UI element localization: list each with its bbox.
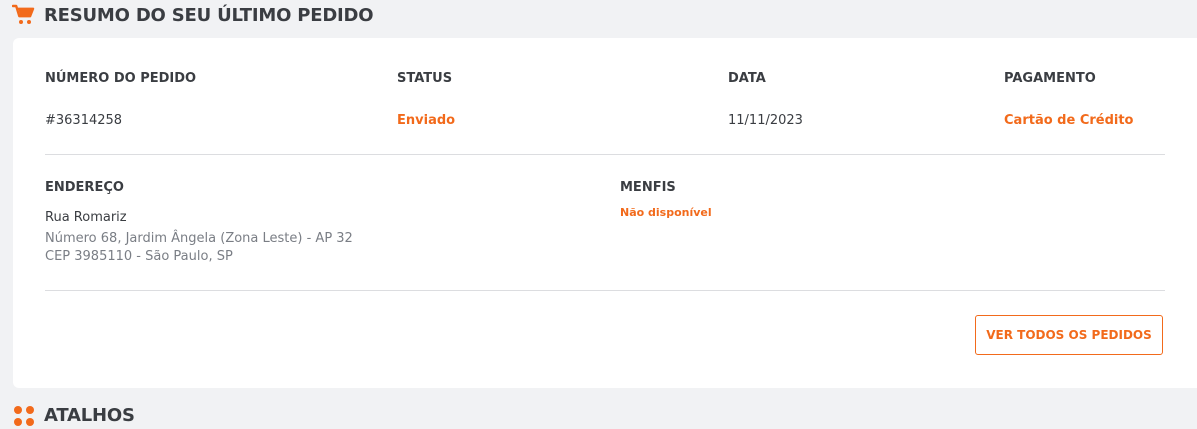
menfis-value: Não disponível xyxy=(620,206,712,219)
order-summary-card: NÚMERO DO PEDIDO STATUS DATA PAGAMENTO #… xyxy=(13,38,1197,388)
order-status-label: STATUS xyxy=(397,71,453,86)
address-label: ENDEREÇO xyxy=(45,180,124,195)
shortcuts-header: ATALHOS xyxy=(12,401,135,429)
order-payment-label: PAGAMENTO xyxy=(1004,71,1096,86)
address-line2: Número 68, Jardim Ângela (Zona Leste) - … xyxy=(45,231,353,246)
shortcuts-title: ATALHOS xyxy=(44,404,135,426)
view-all-orders-button[interactable]: VER TODOS OS PEDIDOS xyxy=(975,315,1163,355)
order-date-value: 11/11/2023 xyxy=(728,113,803,128)
grid-dots-icon xyxy=(12,403,36,427)
divider xyxy=(45,154,1165,155)
divider xyxy=(45,290,1165,291)
order-number-label: NÚMERO DO PEDIDO xyxy=(45,71,197,86)
address-street: Rua Romariz xyxy=(45,210,127,225)
menfis-label: MENFIS xyxy=(620,180,676,195)
summary-header: RESUMO DO SEU ÚLTIMO PEDIDO xyxy=(12,1,374,29)
order-payment-value: Cartão de Crédito xyxy=(1004,113,1134,128)
summary-title: RESUMO DO SEU ÚLTIMO PEDIDO xyxy=(44,4,374,26)
address-line3: CEP 3985110 - São Paulo, SP xyxy=(45,249,233,264)
order-number-value: #36314258 xyxy=(45,113,123,128)
shopping-cart-icon xyxy=(12,3,36,27)
order-date-label: DATA xyxy=(728,71,766,86)
order-status-value: Enviado xyxy=(397,113,456,128)
